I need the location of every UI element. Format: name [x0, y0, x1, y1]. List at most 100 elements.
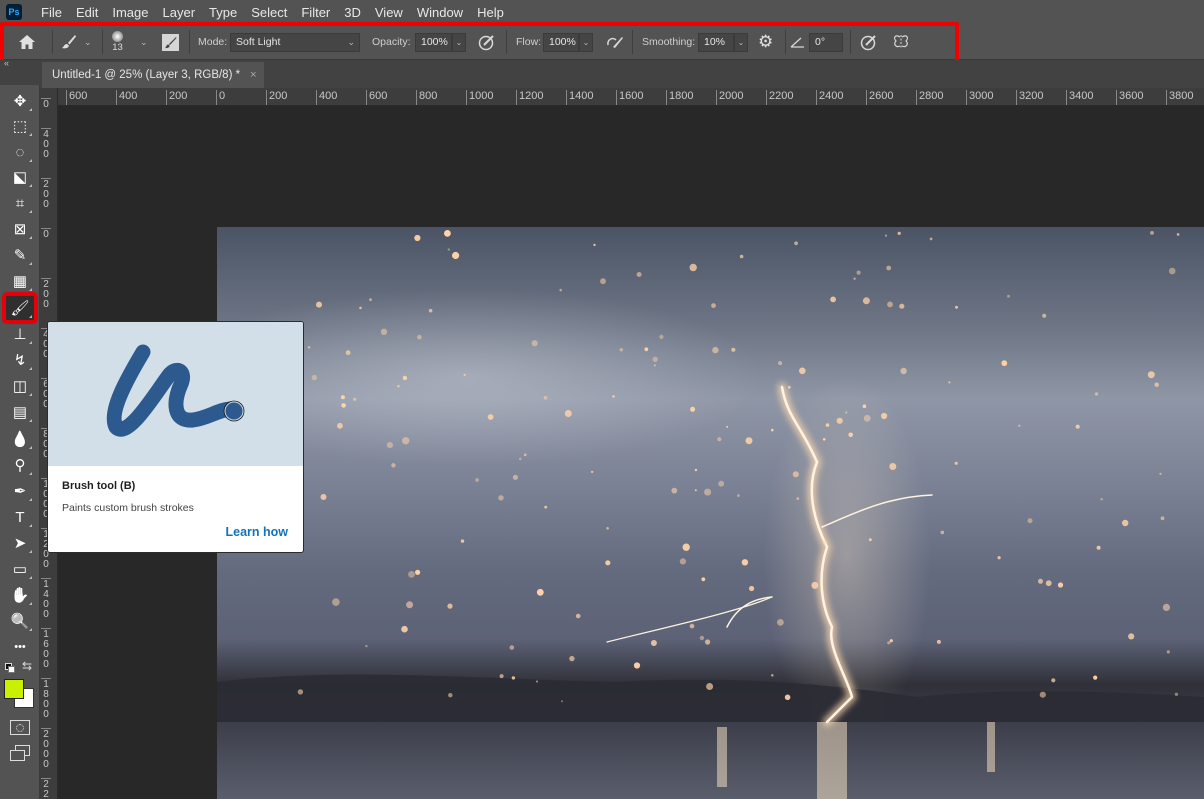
history-brush-tool[interactable]: ↯: [6, 348, 34, 372]
spark: [397, 384, 400, 388]
flow-value[interactable]: 100%: [543, 32, 579, 52]
menu-filter[interactable]: Filter: [294, 5, 337, 20]
spark: [822, 540, 828, 545]
spark: [822, 438, 826, 441]
object-selection-tool[interactable]: ⬕: [6, 165, 34, 189]
canvas-image-lightning-over-water[interactable]: [217, 227, 1204, 799]
dodge-tool[interactable]: ⚲: [6, 453, 34, 477]
spark: [881, 412, 888, 420]
eyedropper-tool[interactable]: ✎: [6, 243, 34, 267]
symmetry-button[interactable]: [892, 24, 910, 60]
document-tab[interactable]: Untitled-1 @ 25% (Layer 3, RGB/8) * ×: [42, 62, 264, 88]
separator: [850, 30, 851, 54]
hand-tool[interactable]: ✋: [6, 583, 34, 607]
pressure-opacity-button[interactable]: [478, 24, 496, 60]
spark: [1168, 267, 1176, 275]
brush-tool[interactable]: 🖌: [2, 292, 38, 324]
blend-mode-select[interactable]: Soft Light ⌄: [230, 24, 360, 60]
gradient-tool[interactable]: ▤: [6, 400, 34, 424]
home-button[interactable]: [18, 24, 36, 60]
brush-angle-control[interactable]: [790, 24, 806, 60]
lasso-tool[interactable]: ◌: [6, 140, 34, 164]
spark: [1042, 313, 1047, 318]
spark: [884, 234, 888, 237]
spark: [1150, 231, 1154, 235]
spark: [955, 305, 958, 309]
spark: [689, 623, 695, 629]
opacity-dropdown[interactable]: ⌄: [452, 32, 466, 52]
spark: [402, 375, 408, 381]
crop-tool[interactable]: ⌗: [6, 191, 34, 215]
spark: [1051, 678, 1056, 683]
blur-tool[interactable]: 💧: [6, 427, 34, 451]
opacity-value[interactable]: 100%: [415, 32, 452, 52]
more-tools[interactable]: •••: [6, 635, 34, 659]
healing-brush-icon: ▦: [12, 273, 28, 290]
healing-brush-tool[interactable]: ▦: [6, 269, 34, 293]
smoothing-value[interactable]: 10%: [698, 32, 734, 52]
menu-edit[interactable]: Edit: [69, 5, 105, 20]
separator: [189, 30, 190, 54]
smoothing-dropdown[interactable]: ⌄: [734, 32, 748, 52]
collapse-panel-icon[interactable]: «: [4, 58, 9, 68]
pressure-size-button[interactable]: [860, 24, 878, 60]
pen-tool[interactable]: ✒: [6, 479, 34, 503]
spark: [778, 361, 783, 366]
spark: [940, 530, 945, 535]
ruler-tick-label: 1800: [666, 90, 693, 105]
spark: [448, 693, 453, 698]
smoothing-options-button[interactable]: ⚙: [758, 24, 773, 60]
quick-mask-button[interactable]: [10, 720, 30, 735]
spark: [1007, 294, 1010, 298]
airbrush-icon: [607, 37, 623, 48]
frame-tool[interactable]: ⊠: [6, 217, 34, 241]
horizontal-ruler[interactable]: 600 400 200 0 200 400 600 800 1000 1200 1400 1600 18…: [58, 88, 1204, 106]
foreground-color-swatch[interactable]: [4, 679, 24, 699]
dodge-icon: ⚲: [14, 457, 26, 474]
opacity-input[interactable]: 100% ⌄: [415, 24, 466, 60]
menu-image[interactable]: Image: [105, 5, 155, 20]
menu-window[interactable]: Window: [410, 5, 470, 20]
tool-preset-picker[interactable]: ⌄: [60, 24, 92, 60]
flow-input[interactable]: 100% ⌄: [543, 24, 593, 60]
move-tool[interactable]: ✥: [6, 89, 34, 113]
chevron-down-icon: ⌄: [84, 36, 92, 47]
spark: [1176, 233, 1180, 236]
menu-layer[interactable]: Layer: [156, 5, 203, 20]
smoothing-input[interactable]: 10% ⌄: [698, 24, 748, 60]
default-colors-button[interactable]: [5, 663, 15, 673]
zoom-tool[interactable]: 🔍: [6, 609, 34, 633]
type-tool[interactable]: T: [6, 505, 34, 529]
flow-dropdown[interactable]: ⌄: [579, 32, 593, 52]
spark: [345, 350, 351, 356]
menu-select[interactable]: Select: [244, 5, 294, 20]
spark: [1154, 382, 1159, 387]
spark: [694, 468, 698, 472]
ruler-tick-label: 200: [41, 278, 51, 310]
brush-settings-toggle[interactable]: [162, 24, 179, 60]
swap-colors-icon[interactable]: ⇆: [22, 659, 32, 673]
eraser-tool[interactable]: ◫: [6, 374, 34, 398]
eyedropper-icon: ✎: [13, 247, 27, 264]
path-selection-tool[interactable]: ➤: [6, 531, 34, 555]
angle-value[interactable]: 0°: [809, 32, 843, 52]
menu-3d[interactable]: 3D: [337, 5, 368, 20]
separator: [785, 30, 786, 54]
ruler-tick-label: 2800: [916, 90, 943, 105]
screen-mode-button[interactable]: [10, 745, 32, 765]
marquee-tool[interactable]: ⬚: [6, 114, 34, 138]
airbrush-button[interactable]: [605, 24, 625, 60]
brush-size-picker[interactable]: 13: [112, 24, 123, 60]
home-icon: [19, 35, 35, 49]
learn-how-link[interactable]: Learn how: [225, 525, 288, 539]
menu-type[interactable]: Type: [202, 5, 244, 20]
rectangle-tool[interactable]: ▭: [6, 557, 34, 581]
brush-size-dropdown[interactable]: ⌄: [140, 24, 148, 60]
spark: [1166, 650, 1170, 654]
menu-view[interactable]: View: [368, 5, 410, 20]
angle-input[interactable]: 0°: [809, 24, 843, 60]
clone-stamp-tool[interactable]: ⊥: [6, 322, 34, 346]
menu-help[interactable]: Help: [470, 5, 511, 20]
menu-file[interactable]: File: [34, 5, 69, 20]
close-icon[interactable]: ×: [250, 69, 256, 81]
